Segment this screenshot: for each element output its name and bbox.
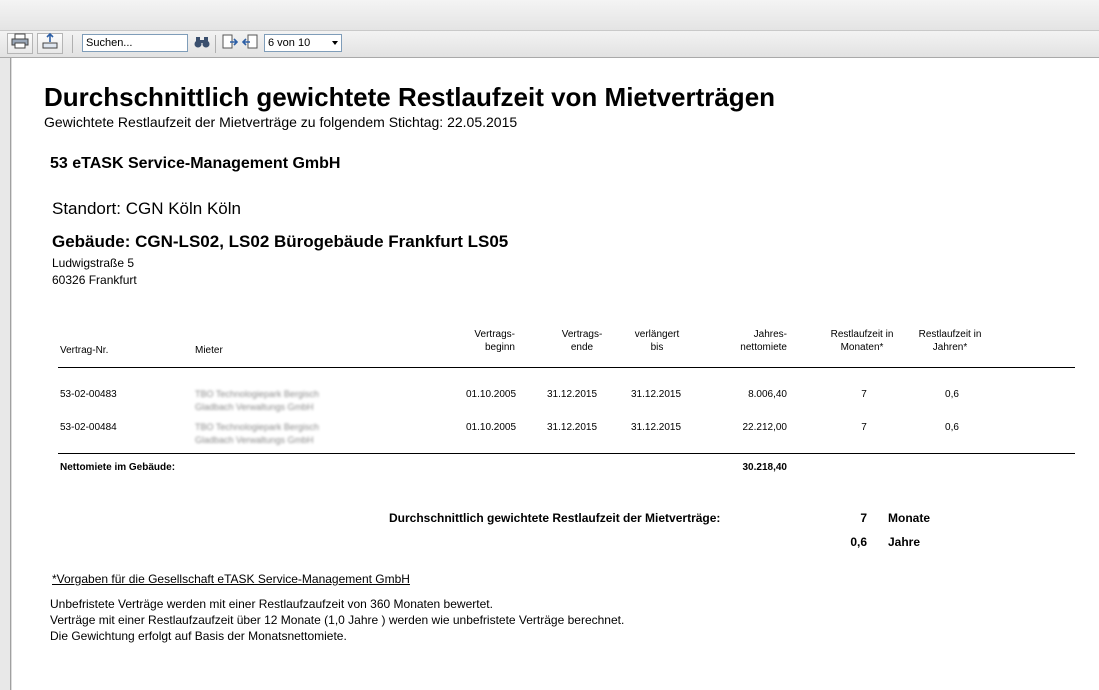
cell-vertrag-nr: 53-02-00483	[60, 389, 117, 400]
building-heading: Gebäude: CGN-LS02, LS02 Bürogebäude Fran…	[52, 232, 509, 251]
page-prev-icon	[241, 34, 258, 55]
summary-months-value: 7	[860, 511, 867, 525]
previous-page-button[interactable]	[241, 34, 259, 55]
chevron-down-icon	[332, 41, 338, 45]
summary-years-unit: Jahre	[888, 535, 921, 549]
cell-restlaufzeit-monate: 7	[861, 389, 867, 400]
cell-restlaufzeit-monate: 7	[861, 422, 867, 433]
header-restlaufzeit-monate: Restlaufzeit in Monaten*	[830, 329, 894, 353]
print-button[interactable]	[7, 33, 33, 54]
company-name: 53 eTASK Service-Management GmbH	[50, 155, 341, 172]
header-restlaufzeit-jahre: Restlaufzeit in Jahren*	[918, 329, 982, 353]
page-next-icon	[222, 34, 239, 55]
cell-restlaufzeit-jahre: 0,6	[945, 422, 959, 433]
cell-vertrag-nr: 53-02-00484	[60, 422, 117, 433]
summary-label: Durchschnittlich gewichtete Restlaufzeit…	[389, 511, 721, 525]
footnote-line: Die Gewichtung erfolgt auf Basis der Mon…	[50, 629, 347, 643]
binoculars-icon	[194, 35, 210, 54]
export-icon	[41, 32, 59, 54]
header-vertragsende: Vertrags- ende	[561, 329, 603, 353]
header-verlaengert-bis: verlängert bis	[634, 329, 680, 353]
address-street: Ludwigstraße 5	[52, 256, 135, 270]
cell-restlaufzeit-jahre: 0,6	[945, 389, 959, 400]
cell-mieter: TBO Technologiepark Bergisch Gladbach Ve…	[195, 389, 319, 412]
cell-verlaengert-bis: 31.12.2015	[631, 422, 682, 433]
address-city: 60326 Frankfurt	[52, 273, 137, 287]
report-subtitle: Gewichtete Restlaufzeit der Mietverträge…	[44, 114, 518, 130]
total-label: Nettomiete im Gebäude:	[60, 462, 176, 473]
footnote-line: Unbefristete Verträge werden mit einer R…	[50, 597, 493, 611]
search-input[interactable]	[82, 34, 188, 52]
summary-years-value: 0,6	[850, 535, 867, 549]
summary-months-unit: Monate	[888, 511, 930, 525]
cell-vertragsende: 31.12.2015	[547, 389, 598, 400]
footnote-heading: *Vorgaben für die Gesellschaft eTASK Ser…	[52, 572, 410, 586]
next-page-button[interactable]	[221, 34, 239, 55]
header-mieter: Mieter	[195, 345, 223, 356]
cell-jahresnettomiete: 22.212,00	[742, 422, 788, 433]
page-selector[interactable]: 6 von 10	[264, 34, 342, 52]
report-title: Durchschnittlich gewichtete Restlaufzeit…	[44, 82, 776, 112]
cell-jahresnettomiete: 8.006,40	[748, 389, 787, 400]
header-vertragsbeginn: Vertrags- beginn	[474, 329, 515, 353]
find-button[interactable]	[193, 35, 211, 53]
header-vertrag-nr: Vertrag-Nr.	[60, 345, 109, 356]
header-jahresnettomiete: Jahres- nettomiete	[740, 329, 787, 353]
cell-vertragsende: 31.12.2015	[547, 422, 598, 433]
viewer-left-frame	[0, 58, 11, 690]
printer-icon	[11, 33, 29, 54]
table-header-rule	[58, 367, 1075, 368]
toolbar-separator	[72, 35, 73, 53]
cell-mieter: TBO Technologiepark Bergisch Gladbach Ve…	[195, 422, 319, 445]
window-top-strip	[0, 0, 1099, 31]
table-total-rule	[58, 453, 1075, 454]
cell-vertragsbeginn: 01.10.2005	[466, 422, 517, 433]
toolbar-separator	[215, 35, 216, 53]
export-button[interactable]	[37, 32, 63, 54]
report-page: Durchschnittlich gewichtete Restlaufzeit…	[12, 58, 1099, 690]
cell-vertragsbeginn: 01.10.2005	[466, 389, 517, 400]
footnote-line: Verträge mit einer Restlaufzaufzeit über…	[50, 613, 625, 627]
total-value: 30.218,40	[742, 462, 788, 473]
cell-verlaengert-bis: 31.12.2015	[631, 389, 682, 400]
page-indicator: 6 von 10	[268, 37, 311, 49]
location-heading: Standort: CGN Köln Köln	[52, 199, 241, 218]
report-toolbar: 6 von 10	[0, 31, 1099, 58]
